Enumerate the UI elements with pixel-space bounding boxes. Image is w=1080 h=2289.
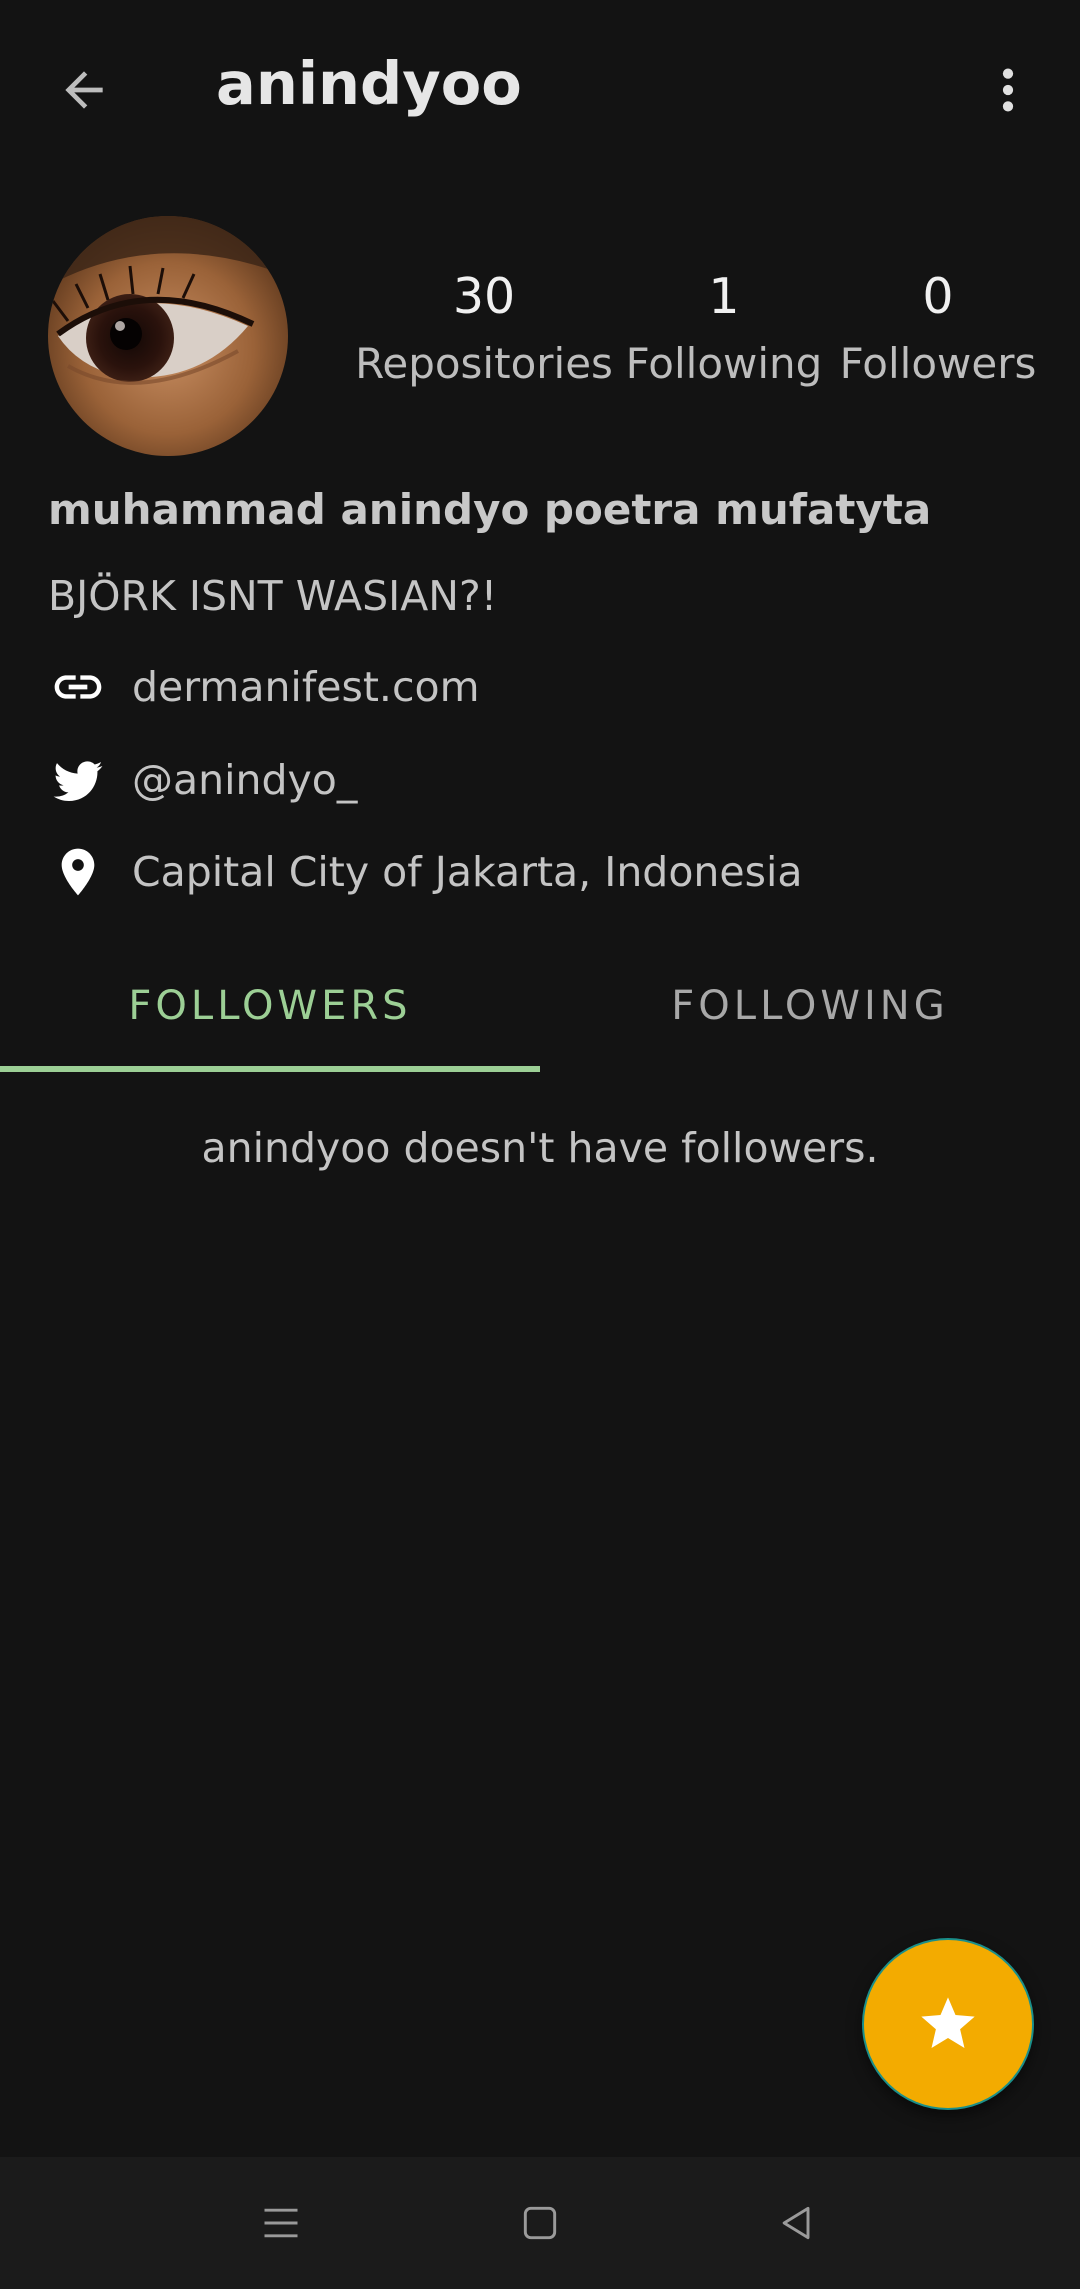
star-fab-button[interactable] [864,1940,1032,2108]
stat-following[interactable]: 1 Following [626,262,823,396]
twitter-icon [48,750,108,810]
eye-photo [48,216,288,456]
tab-bar: FOLLOWERS FOLLOWING [0,940,1080,1072]
stat-followers[interactable]: 0 Followers [840,262,1037,396]
twitter-handle[interactable]: @anindyo_ [132,756,357,804]
nav-back-button[interactable] [731,2157,863,2289]
stat-value: 30 [452,268,516,325]
full-name: muhammad anindyo poetra mufatyta [48,485,932,534]
location-row: Capital City of Jakarta, Indonesia [48,837,803,907]
stat-label: Following [625,339,823,388]
tab-followers[interactable]: FOLLOWERS [0,940,540,1072]
page-title: anindyoo [216,49,522,118]
stat-label: Repositories [355,339,613,388]
nav-recents-button[interactable] [215,2157,347,2289]
location-pin-icon [48,842,108,902]
website-link[interactable]: dermanifest.com [132,663,480,711]
star-icon [921,1997,975,2048]
stat-label: Followers [839,339,1037,388]
menu-icon [264,2208,298,2238]
nav-home-button[interactable] [474,2157,606,2289]
back-triangle-icon [782,2206,810,2240]
more-options-button[interactable] [966,48,1050,132]
stat-value: 0 [922,268,954,325]
location-text: Capital City of Jakarta, Indonesia [132,848,803,896]
twitter-row[interactable]: @anindyo_ [48,745,357,815]
stat-value: 1 [708,268,740,325]
app-bar: anindyoo [0,0,1080,168]
bio: BJÖRK ISNT WASIAN?! [48,572,498,620]
website-row[interactable]: dermanifest.com [48,652,480,722]
tab-indicator [0,1066,540,1072]
system-navigation-bar [0,2157,1080,2289]
empty-state-message: anindyoo doesn't have followers. [201,1124,879,1172]
more-vert-icon [1002,68,1014,112]
link-icon [48,657,108,717]
stat-repositories[interactable]: 30 Repositories [355,262,613,396]
avatar[interactable] [48,216,288,456]
home-square-icon [523,2206,557,2240]
arrow-back-icon [65,71,103,109]
back-button[interactable] [42,48,126,132]
profile-stats: 30 Repositories 1 Following 0 Followers [354,262,1058,402]
tab-following[interactable]: FOLLOWING [540,940,1080,1072]
